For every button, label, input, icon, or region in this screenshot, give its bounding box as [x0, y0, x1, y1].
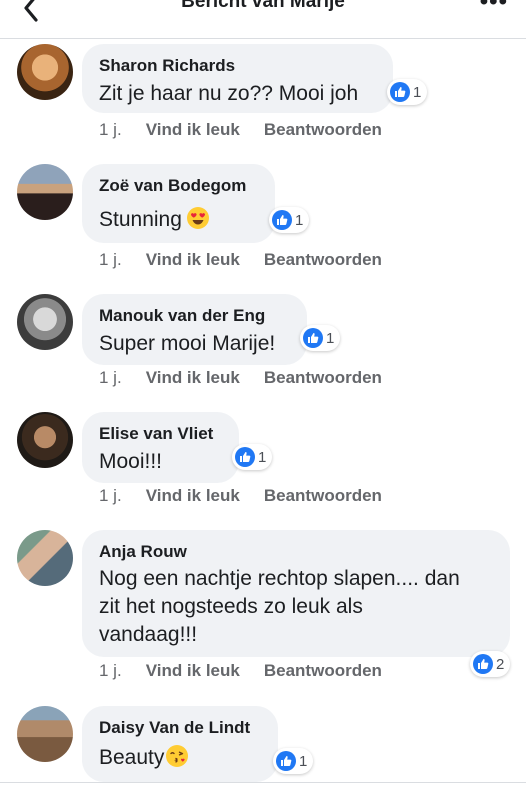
reaction-count: 1: [258, 448, 267, 466]
comment-text: Beauty: [99, 743, 260, 772]
comment-bubble: Anja Rouw Nog een nachtje rechtop slapen…: [82, 530, 510, 657]
commenter-name[interactable]: Zoë van Bodegom: [99, 176, 257, 196]
reply-link[interactable]: Beantwoorden: [264, 661, 382, 681]
timestamp[interactable]: 1 j.: [99, 250, 122, 270]
like-link[interactable]: Vind ik leuk: [146, 486, 240, 506]
comment-text-line: vandaag!!!: [99, 623, 198, 646]
commenter-name[interactable]: Elise van Vliet: [99, 424, 221, 444]
thumbs-up-icon: [390, 82, 410, 102]
top-bar: Bericht van Marije •••: [0, 0, 526, 39]
thumbs-up-icon: [272, 210, 292, 230]
avatar[interactable]: [17, 294, 73, 350]
comment-text-content: Stunning: [99, 208, 182, 231]
thumbs-up-icon: [235, 447, 255, 467]
reaction-count: 1: [299, 752, 308, 770]
comment-text-content: Beauty: [99, 746, 165, 769]
reply-link[interactable]: Beantwoorden: [264, 120, 382, 140]
comment-text: Super mooi Marije!: [99, 332, 276, 355]
comment-text: Nog een nachtje rechtop slapen.... dan z…: [99, 565, 492, 649]
avatar[interactable]: [17, 706, 73, 762]
comment-actions: 1 j. Vind ik leuk Beantwoorden: [99, 368, 382, 388]
avatar[interactable]: [17, 164, 73, 220]
reaction-count: 1: [295, 211, 304, 229]
like-link[interactable]: Vind ik leuk: [146, 120, 240, 140]
comment-text: Mooi!!!: [99, 450, 163, 473]
commenter-name[interactable]: Daisy Van de Lindt: [99, 718, 260, 738]
comment-text: Stunning: [99, 205, 257, 234]
reaction-count: 1: [413, 83, 422, 101]
reply-link[interactable]: Beantwoorden: [264, 368, 382, 388]
timestamp[interactable]: 1 j.: [99, 661, 122, 681]
commenter-name[interactable]: Manouk van der Eng: [99, 306, 289, 326]
comment-bubble: Sharon Richards Zit je haar nu zo?? Mooi…: [82, 44, 393, 113]
comment-text-line: Nog een nachtje rechtop slapen.... dan: [99, 567, 460, 590]
reaction-count: 1: [326, 329, 335, 347]
page-title: Bericht van Marije: [181, 0, 345, 12]
reaction-badge[interactable]: 1: [269, 207, 310, 233]
thumbs-up-icon: [276, 751, 296, 771]
like-link[interactable]: Vind ik leuk: [146, 661, 240, 681]
more-options-button[interactable]: •••: [480, 0, 508, 16]
kiss-emoji-icon: [166, 745, 189, 767]
comment-bubble: Zoë van Bodegom Stunning: [82, 164, 275, 243]
thumbs-up-icon: [303, 328, 323, 348]
timestamp[interactable]: 1 j.: [99, 486, 122, 506]
comment-bubble: Elise van Vliet Mooi!!!: [82, 412, 239, 483]
comment-text-line: zit het nogsteeds zo leuk als: [99, 595, 363, 618]
avatar[interactable]: [17, 530, 73, 586]
commenter-name[interactable]: Sharon Richards: [99, 56, 375, 76]
comment-actions: 1 j. Vind ik leuk Beantwoorden: [99, 661, 382, 681]
timestamp[interactable]: 1 j.: [99, 120, 122, 140]
comment-actions: 1 j. Vind ik leuk Beantwoorden: [99, 250, 382, 270]
comment-text: Zit je haar nu zo?? Mooi joh: [99, 82, 359, 105]
bottom-divider: [0, 782, 526, 783]
reaction-count: 2: [496, 655, 505, 673]
like-link[interactable]: Vind ik leuk: [146, 368, 240, 388]
like-link[interactable]: Vind ik leuk: [146, 250, 240, 270]
comment-actions: 1 j. Vind ik leuk Beantwoorden: [99, 486, 382, 506]
timestamp[interactable]: 1 j.: [99, 368, 122, 388]
reaction-badge[interactable]: 1: [387, 79, 428, 105]
comment-actions: 1 j. Vind ik leuk Beantwoorden: [99, 120, 382, 140]
heart-eyes-emoji-icon: [186, 207, 209, 229]
comment-bubble: Daisy Van de Lindt Beauty: [82, 706, 278, 782]
comment-bubble: Manouk van der Eng Super mooi Marije!: [82, 294, 307, 365]
reaction-badge[interactable]: 2: [470, 651, 511, 677]
commenter-name[interactable]: Anja Rouw: [99, 542, 492, 562]
avatar[interactable]: [17, 412, 73, 468]
thumbs-up-icon: [473, 654, 493, 674]
reaction-badge[interactable]: 1: [300, 325, 341, 351]
avatar[interactable]: [17, 44, 73, 100]
reply-link[interactable]: Beantwoorden: [264, 486, 382, 506]
reaction-badge[interactable]: 1: [232, 444, 273, 470]
reply-link[interactable]: Beantwoorden: [264, 250, 382, 270]
reaction-badge[interactable]: 1: [273, 748, 314, 774]
